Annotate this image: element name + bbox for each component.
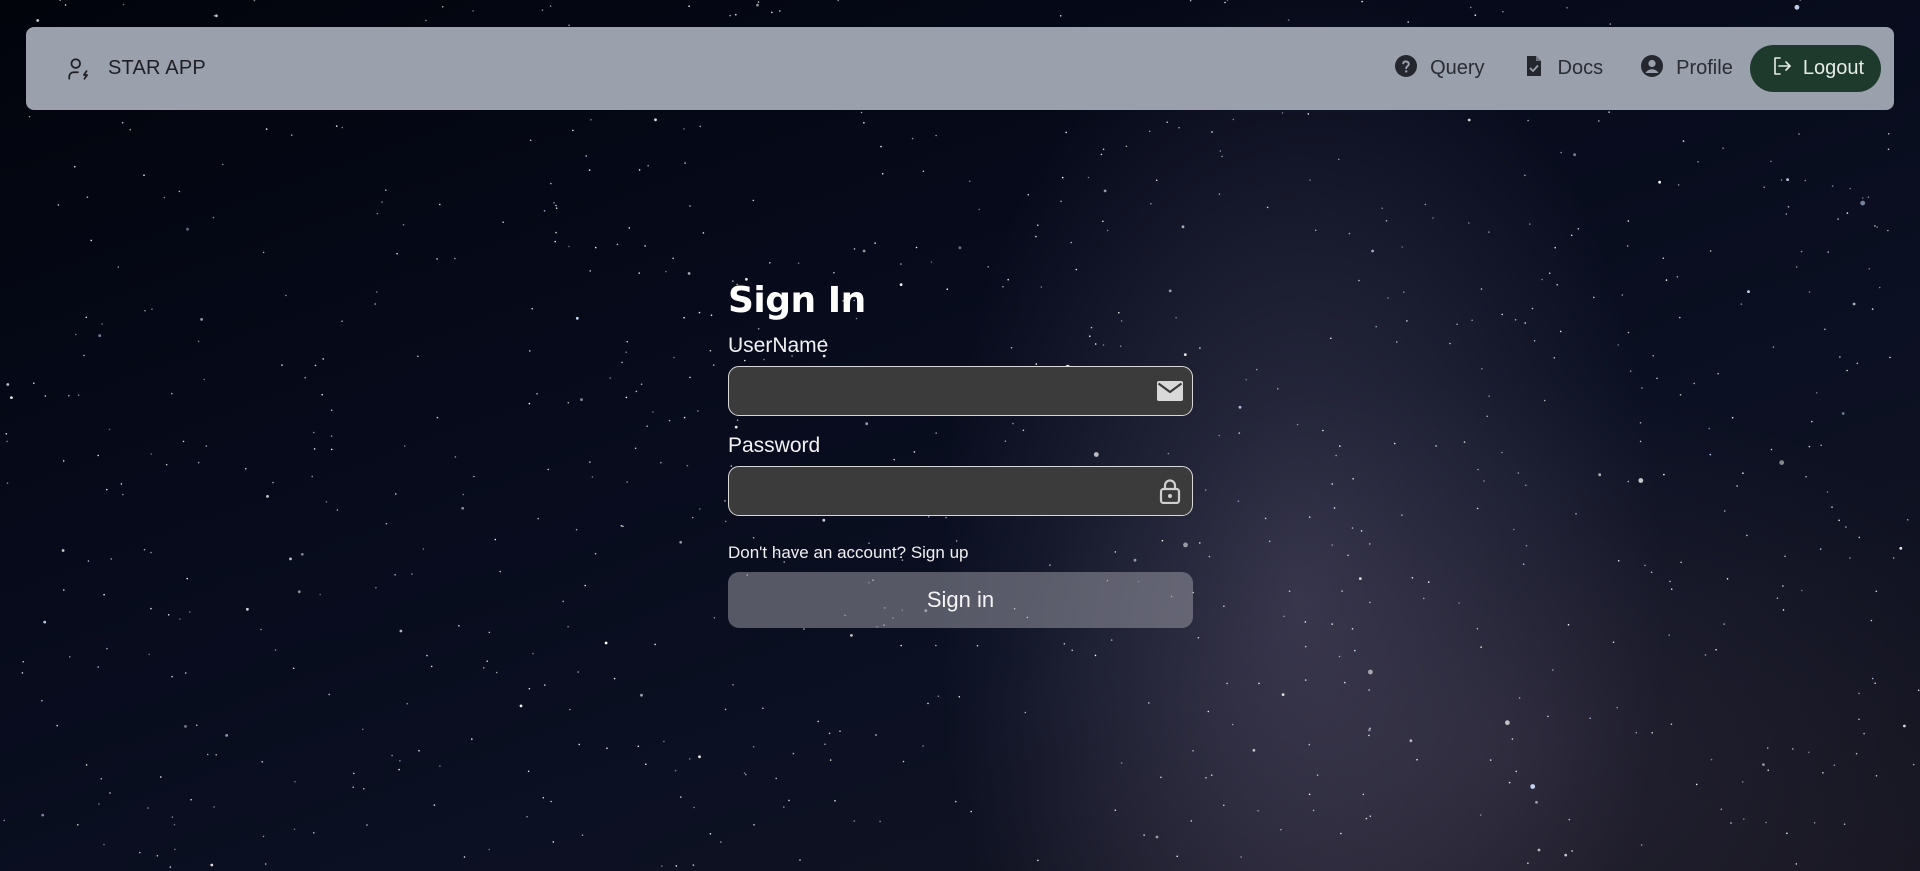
username-field-wrapper (728, 366, 1193, 416)
username-label: UserName (728, 334, 829, 357)
nav-query[interactable]: Query (1394, 54, 1485, 84)
question-circle-icon (1394, 54, 1430, 84)
page-title: Sign In (728, 280, 866, 321)
nav-menu: Query Docs Profile Logout (1357, 27, 1881, 110)
nav-query-label: Query (1430, 57, 1485, 79)
nav-profile[interactable]: Profile (1640, 54, 1733, 84)
signup-link[interactable]: Don't have an account? Sign up (728, 543, 1193, 563)
top-navbar: STAR APP Query Docs Profile Logout (26, 27, 1894, 110)
user-bolt-icon (66, 56, 92, 82)
brand[interactable]: STAR APP (42, 56, 206, 82)
envelope-icon (1157, 378, 1183, 404)
logout-button[interactable]: Logout (1749, 45, 1881, 92)
logout-icon (1770, 54, 1803, 84)
nav-docs-label: Docs (1557, 57, 1604, 79)
password-field[interactable] (728, 466, 1193, 516)
password-label: Password (728, 434, 821, 457)
username-field[interactable] (728, 366, 1193, 416)
app-title: STAR APP (108, 57, 206, 79)
user-circle-icon (1640, 54, 1676, 84)
logout-label: Logout (1802, 57, 1864, 79)
password-field-wrapper (728, 466, 1193, 516)
document-check-icon (1522, 54, 1558, 84)
nav-docs[interactable]: Docs (1522, 54, 1604, 84)
signin-form: Sign In UserName Password Don't have an … (728, 276, 1193, 628)
lock-icon (1157, 478, 1183, 504)
signin-button[interactable]: Sign in (728, 572, 1193, 628)
nav-profile-label: Profile (1676, 57, 1733, 79)
